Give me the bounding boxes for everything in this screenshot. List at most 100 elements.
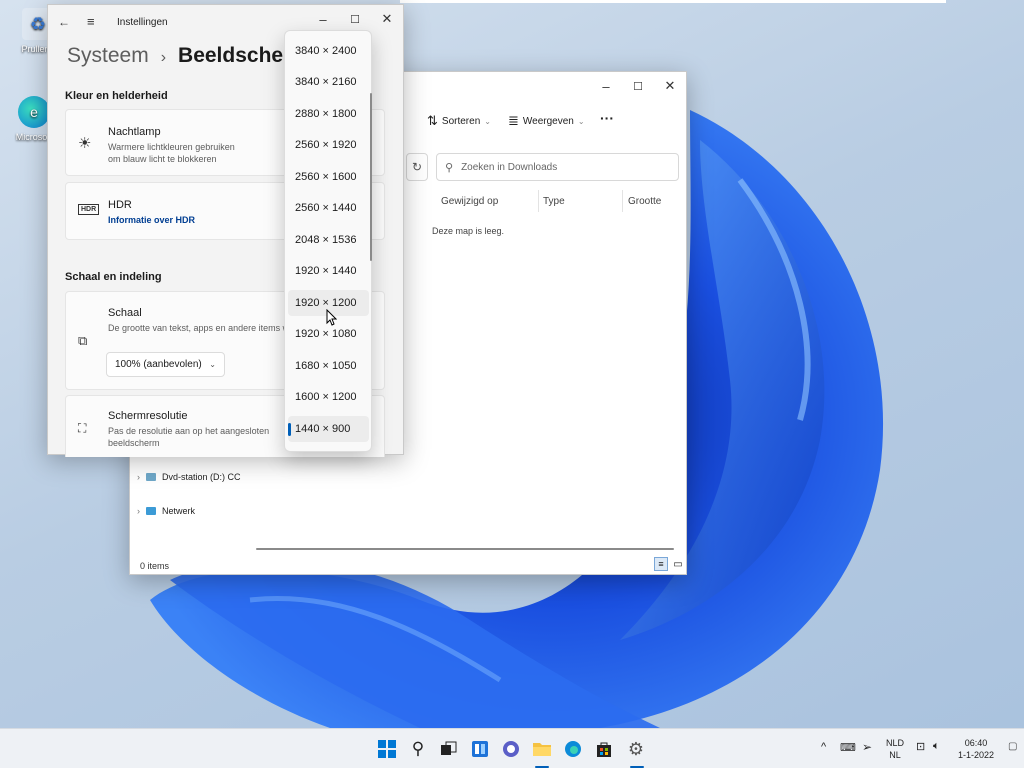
- nav-item-network[interactable]: › Netwerk: [137, 506, 195, 516]
- resolution-subtitle-1: Pas de resolutie aan op het aangesloten: [108, 426, 270, 436]
- back-arrow-icon: ←: [58, 15, 70, 29]
- scale-dropdown[interactable]: 100% (aanbevolen) ⌄: [106, 352, 225, 377]
- column-header-size[interactable]: Grootte: [628, 196, 661, 207]
- gear-icon: ⚙: [627, 738, 645, 759]
- widgets-button[interactable]: [468, 737, 492, 761]
- mouse-cursor: [326, 309, 337, 326]
- chevron-down-icon: ⌄: [577, 116, 585, 126]
- chevron-right-icon: ›: [137, 472, 140, 482]
- resolution-option[interactable]: 2560 × 1920: [288, 132, 369, 158]
- resolution-icon: ⛶: [78, 421, 87, 435]
- resolution-option[interactable]: 1920 × 1440: [288, 258, 369, 284]
- store-button[interactable]: [592, 737, 616, 761]
- resolution-option-selected[interactable]: 1440 × 900: [288, 416, 369, 442]
- resolution-option[interactable]: 2560 × 1600: [288, 164, 369, 190]
- more-options-button[interactable]: ···: [600, 110, 614, 126]
- nightlight-subtitle-2: om blauw licht te blokkeren: [108, 154, 217, 164]
- start-button[interactable]: [375, 737, 399, 761]
- task-view-icon: [441, 741, 457, 755]
- notification-icon[interactable]: ▢: [1008, 741, 1017, 752]
- hdr-info-link[interactable]: Informatie over HDR: [108, 214, 195, 226]
- show-hidden-icons-button[interactable]: ^: [821, 741, 826, 753]
- section-header-color: Kleur en helderheid: [65, 90, 168, 102]
- close-button[interactable]: ✕: [654, 72, 686, 100]
- column-header-modified[interactable]: Gewijzigd op: [441, 196, 498, 207]
- hdr-icon: HDR: [78, 204, 100, 215]
- minimize-button[interactable]: –: [307, 5, 339, 33]
- chevron-down-icon: ⌄: [209, 360, 216, 369]
- details-view-button[interactable]: ≡: [654, 557, 668, 571]
- minimize-button[interactable]: –: [590, 72, 622, 100]
- clock[interactable]: 06:40 1-1-2022: [958, 737, 994, 761]
- column-header-type[interactable]: Type: [543, 196, 565, 207]
- settings-taskbar-button[interactable]: ⚙: [624, 737, 648, 761]
- background-window-edge: [400, 0, 946, 3]
- keyboard-icon: ⌨: [840, 742, 856, 754]
- dvd-drive-icon: [146, 473, 156, 481]
- pen-icon: ➢: [862, 740, 873, 754]
- resolution-option[interactable]: 3840 × 2160: [288, 69, 369, 95]
- column-divider: [622, 190, 623, 212]
- hamburger-icon: ≡: [87, 14, 95, 29]
- resolution-option[interactable]: 2048 × 1536: [288, 227, 369, 253]
- search-input[interactable]: ⚲ Zoeken in Downloads: [436, 153, 679, 181]
- network-status-icon[interactable]: ⊡: [916, 740, 925, 753]
- sort-button[interactable]: ⇅ Sorteren ⌄: [427, 113, 491, 129]
- resolution-option[interactable]: 3840 × 2400: [288, 38, 369, 64]
- section-header-scale: Schaal en indeling: [65, 271, 162, 283]
- chat-button[interactable]: [499, 737, 523, 761]
- chevron-down-icon: ⌄: [484, 116, 491, 126]
- menu-button[interactable]: ≡: [87, 14, 95, 29]
- dropdown-scrollbar-thumb[interactable]: [370, 93, 372, 261]
- search-icon: ⚲: [411, 739, 425, 758]
- tiles-view-button[interactable]: ▭: [671, 557, 685, 571]
- view-icon: ≣: [508, 113, 519, 128]
- resolution-subtitle-2: beeldscherm: [108, 438, 160, 448]
- details-view-icon: ≡: [658, 559, 664, 569]
- maximize-button[interactable]: ☐: [339, 5, 371, 33]
- windows-logo-icon: [378, 740, 396, 758]
- store-icon: [597, 742, 611, 757]
- chat-icon: [503, 741, 519, 757]
- edge-taskbar-button[interactable]: [561, 737, 585, 761]
- nav-item-dvd[interactable]: › Dvd-station (D:) CC: [137, 472, 241, 482]
- refresh-button[interactable]: ↻: [406, 153, 428, 181]
- settings-caption-buttons: – ☐ ✕: [307, 5, 403, 33]
- sort-icon: ⇅: [427, 113, 438, 128]
- refresh-icon: ↻: [411, 160, 423, 174]
- resolution-option[interactable]: 2880 × 1800: [288, 101, 369, 127]
- tiles-view-icon: ▭: [673, 558, 683, 570]
- explorer-caption-buttons: – ☐ ✕: [590, 72, 686, 100]
- resolution-option[interactable]: 1600 × 1200: [288, 384, 369, 410]
- resolution-title: Schermresolutie: [108, 410, 188, 422]
- horizontal-scrollbar[interactable]: [256, 548, 674, 550]
- hdr-title: HDR: [108, 199, 132, 211]
- resolution-option[interactable]: 2560 × 1440: [288, 195, 369, 221]
- scale-icon: ⧉: [78, 333, 88, 348]
- file-explorer-taskbar-button[interactable]: [530, 737, 554, 761]
- sun-icon: ☀: [78, 135, 92, 152]
- resolution-dropdown-list: 3840 × 2400 3840 × 2160 2880 × 1800 2560…: [284, 30, 372, 452]
- edge-icon: e: [18, 96, 50, 128]
- nightlight-title: Nachtlamp: [108, 126, 161, 138]
- scale-title: Schaal: [108, 307, 142, 319]
- back-button[interactable]: ←: [58, 15, 70, 29]
- breadcrumb-parent[interactable]: Systeem: [67, 44, 149, 68]
- close-button[interactable]: ✕: [371, 5, 403, 33]
- search-button[interactable]: ⚲: [406, 737, 430, 761]
- empty-folder-message: Deze map is leeg.: [432, 226, 505, 236]
- language-indicator[interactable]: NLD NL: [886, 737, 904, 761]
- chevron-up-icon: ^: [821, 741, 827, 753]
- edge-icon: [565, 741, 581, 757]
- maximize-button[interactable]: ☐: [622, 72, 654, 100]
- folder-icon: [533, 743, 551, 756]
- scale-subtitle: De grootte van tekst, apps en andere ite…: [108, 323, 292, 333]
- breadcrumb-separator: ›: [160, 49, 167, 66]
- settings-scrollbar[interactable]: [394, 65, 397, 445]
- volume-icon[interactable]: 🔈︎: [933, 740, 940, 753]
- breadcrumb: Systeem › Beeldscherm: [67, 44, 310, 68]
- column-divider: [538, 190, 539, 212]
- resolution-option[interactable]: 1680 × 1050: [288, 353, 369, 379]
- view-button[interactable]: ≣ Weergeven ⌄: [508, 113, 585, 129]
- task-view-button[interactable]: [437, 737, 461, 761]
